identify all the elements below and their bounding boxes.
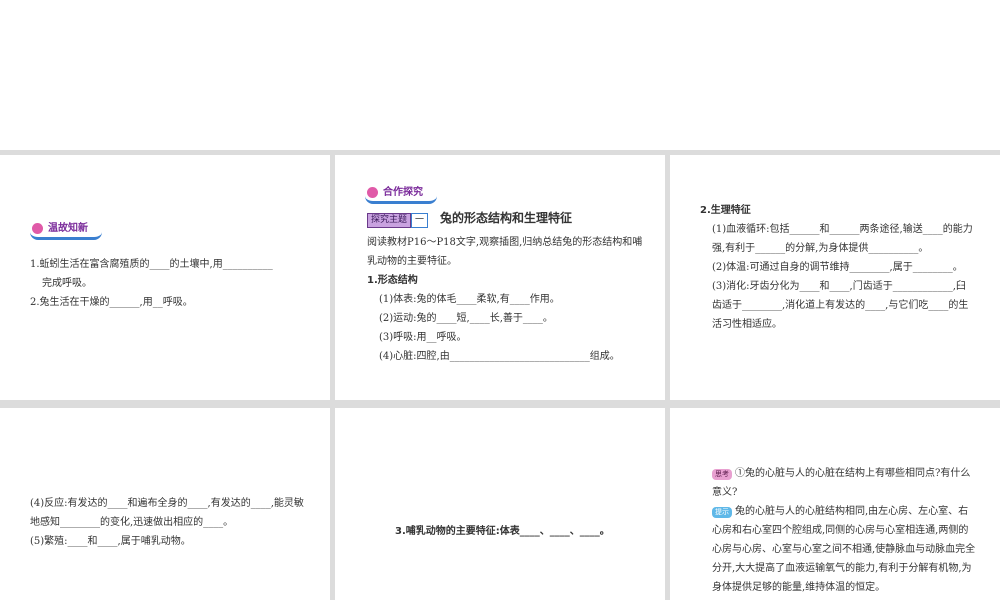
hint-tag: 提示 [712, 507, 732, 518]
topic-number: 一 [411, 213, 429, 228]
item: (4)心脏:四腔,由____________________________组成… [379, 351, 620, 362]
review-text: 1.蚯蚓生活在富含腐殖质的____的土壤中,用__________ 完成呼吸。 … [30, 255, 305, 312]
slide-explore: 合作探究 探究主题一兔的形态结构和生理特征 阅读教材P16～P18文字,观察插图… [335, 155, 665, 400]
slide-physiology: 2.生理特征 (1)血液循环:包括______和______两条途径,输送___… [670, 155, 1000, 400]
explore-text: 阅读教材P16～P18文字,观察插图,归纳总结兔的形态结构和哺乳动物的主要特征。… [367, 233, 645, 366]
item: (5)繁殖:____和____,属于哺乳动物。 [30, 536, 191, 547]
review-badge: 温故知新 [30, 221, 102, 240]
question-2: 2.兔生活在干燥的______,用__呼吸。 [30, 297, 193, 308]
item: (2)体温:可通过自身的调节维持________,属于________。 [712, 262, 963, 273]
intro: 阅读教材P16～P18文字,观察插图,归纳总结兔的形态结构和哺乳动物的主要特征。 [367, 237, 643, 267]
answer: 兔的心脏与人的心脏结构相同,由左心房、左心室、右心房和右心室四个腔组成,同侧的心… [712, 506, 976, 593]
question-1-cont: 完成呼吸。 [42, 278, 92, 289]
item: (2)运动:兔的____短,____长,善于____。 [379, 313, 553, 324]
item: (1)血液循环:包括______和______两条途径,输送____的能力强,有… [712, 224, 973, 254]
item: (4)反应:有发达的____和遍布全身的____,有发达的____,能灵敏地感知… [30, 498, 304, 528]
section-heading: 2.生理特征 [700, 205, 751, 216]
think-text: 思考 ①兔的心脏与人的心脏在结构上有哪些相同点?有什么意义? 提示 兔的心脏与人的心… [712, 464, 976, 597]
think-tag: 思考 [712, 469, 732, 480]
item: (3)消化:牙齿分化为____和____,门齿适于____________,臼齿… [712, 281, 969, 330]
section-heading: 1.形态结构 [367, 275, 418, 286]
topic-title: 兔的形态结构和生理特征 [440, 211, 573, 225]
item: (1)体表:兔的体毛____柔软,有____作用。 [379, 294, 560, 305]
slide-mammal: 3.哺乳动物的主要特征:体表____、____、____。 [335, 408, 665, 600]
slide-review: 温故知新 1.蚯蚓生活在富含腐殖质的____的土壤中,用__________ 完… [0, 155, 330, 400]
topic-heading: 探究主题一兔的形态结构和生理特征 [367, 209, 640, 229]
slide-think: 思考 ①兔的心脏与人的心脏在结构上有哪些相同点?有什么意义? 提示 兔的心脏与人的心… [670, 408, 1000, 600]
physiology-text: 2.生理特征 (1)血液循环:包括______和______两条途径,输送___… [700, 201, 975, 334]
mammal-features: 3.哺乳动物的主要特征:体表____、____、____。 [395, 526, 610, 537]
slide-reaction: (4)反应:有发达的____和遍布全身的____,有发达的____,能灵敏地感知… [0, 408, 330, 600]
blank-header-area [0, 0, 1000, 150]
item: (3)呼吸:用__呼吸。 [379, 332, 467, 343]
question-1: 1.蚯蚓生活在富含腐殖质的____的土壤中,用__________ [30, 259, 273, 270]
explore-badge: 合作探究 [365, 185, 437, 204]
question: ①兔的心脏与人的心脏在结构上有哪些相同点?有什么意义? [712, 468, 971, 498]
topic-label: 探究主题 [367, 213, 412, 228]
reaction-text: (4)反应:有发达的____和遍布全身的____,有发达的____,能灵敏地感知… [30, 494, 305, 551]
